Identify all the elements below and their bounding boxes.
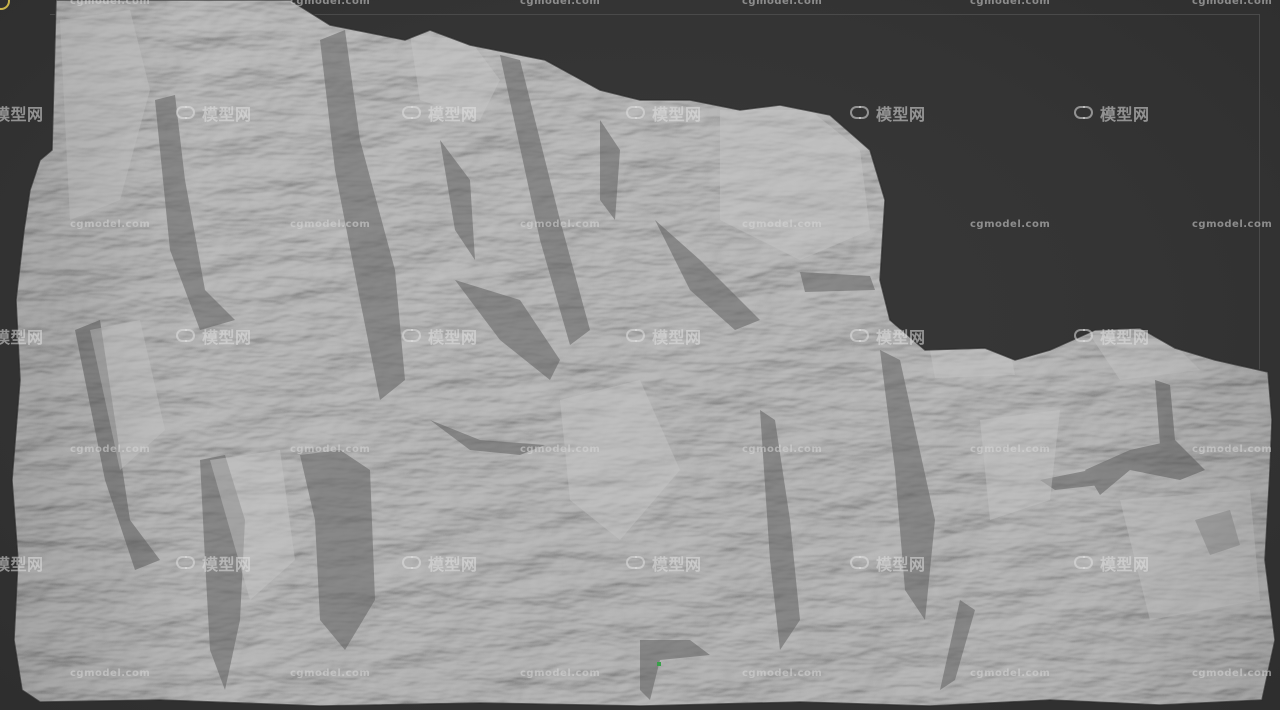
rock-body (12, 0, 1275, 706)
rock-cliff-sculpt-model[interactable] (0, 0, 1280, 710)
3d-viewport[interactable]: cgmodel.com cgmodel.com cgmodel.com cgmo… (0, 0, 1280, 710)
green-marker (657, 662, 661, 666)
